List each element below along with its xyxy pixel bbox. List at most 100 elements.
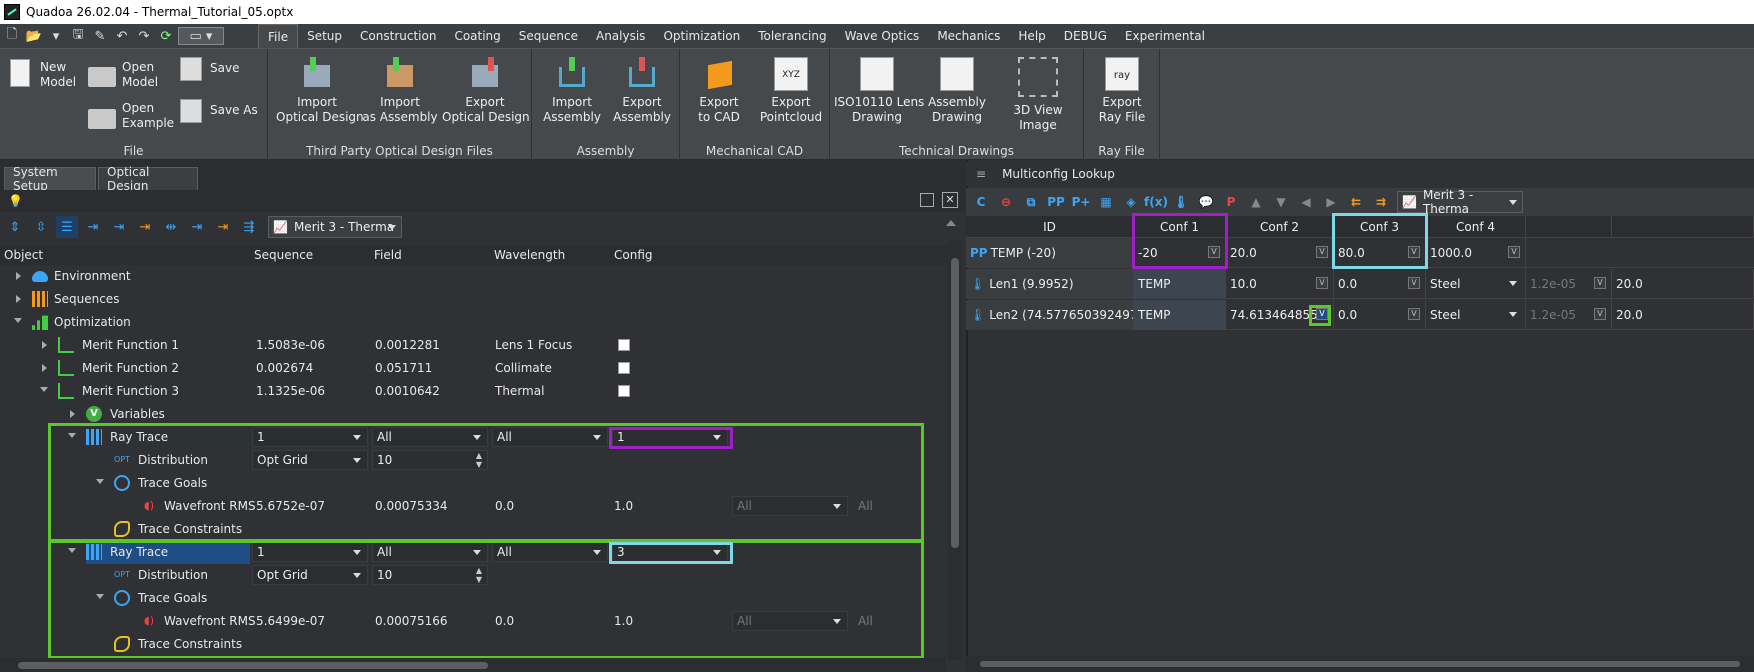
parameter-grid-icon[interactable]: ▦ [1096, 192, 1116, 212]
export-assembly-button[interactable]: Export Assembly [608, 57, 676, 125]
undo-icon[interactable]: ↶ [112, 27, 132, 45]
assembly-drawing-button[interactable]: Assembly Drawing [922, 57, 992, 125]
material-dropdown[interactable]: Steel [1426, 269, 1526, 299]
menu-icon[interactable]: ≡ [976, 167, 986, 181]
scrollbar-thumb[interactable] [980, 661, 1740, 667]
tree-vertical-scrollbar[interactable] [948, 240, 962, 660]
layout-dropdown[interactable]: ▭ ▾ [178, 27, 224, 45]
expand-icon[interactable] [70, 410, 75, 418]
lightbulb-icon[interactable]: 💡 [8, 194, 23, 208]
expand-icon[interactable] [16, 295, 21, 303]
move-left-icon[interactable]: ◀ [1296, 192, 1316, 212]
column-object[interactable]: Object [4, 248, 43, 262]
collapse-icon[interactable] [14, 318, 22, 323]
menu-tab-tolerancing[interactable]: Tolerancing [749, 24, 835, 48]
variable-toggle[interactable]: V [1594, 277, 1606, 289]
tree-row-merit-function-1[interactable]: Merit Function 1 1.5083e-06 0.0012281 Le… [0, 334, 950, 357]
export-to-cad-button[interactable]: Export to CAD [684, 57, 754, 125]
value-cell[interactable]: 20.0 [1612, 269, 1754, 299]
open-example-button[interactable]: Open Example [88, 101, 178, 137]
value-cell[interactable]: 20.0 [1612, 300, 1754, 330]
config-checkbox[interactable] [618, 339, 630, 351]
tree-row-sequences[interactable]: Sequences [0, 288, 950, 311]
solve-icon[interactable]: ◈ [1121, 192, 1141, 212]
tab-optical-design[interactable]: Optical Design [98, 165, 198, 193]
conf3-cell[interactable]: 0.0 V [1334, 269, 1426, 299]
expand-icon[interactable] [16, 272, 21, 280]
tab-system-setup[interactable]: System Setup [4, 165, 96, 193]
config-checkbox[interactable] [618, 385, 630, 397]
3d-view-image-button[interactable]: 3D View Image [994, 57, 1082, 133]
close-icon[interactable]: ✕ [942, 192, 958, 208]
save-button[interactable]: Save [180, 57, 260, 87]
move-up-icon[interactable]: ▲ [1246, 192, 1266, 212]
move-right-icon[interactable]: ▶ [1321, 192, 1341, 212]
function-icon[interactable]: f(x) [1144, 192, 1168, 212]
column-conf-2[interactable]: Conf 2 [1226, 216, 1334, 238]
collapse-icon[interactable] [40, 387, 48, 392]
variable-toggle[interactable]: V [1408, 277, 1420, 289]
remove-config-icon[interactable]: ⊖ [996, 192, 1016, 212]
indent-icon-6[interactable]: ⇥ [212, 216, 234, 238]
save-as-button[interactable]: Save As [180, 99, 264, 129]
scrollbar-thumb[interactable] [18, 662, 488, 669]
row-id-cell[interactable]: 🌡 Len2 (74.577650392497) [966, 300, 1134, 330]
column-conf-4[interactable]: Conf 4 [1426, 216, 1526, 238]
grid-horizontal-scrollbar[interactable] [966, 656, 1754, 672]
indent-icon-2[interactable]: ⇥ [108, 216, 130, 238]
export-pointcloud-button[interactable]: XYZ Export Pointcloud [756, 57, 826, 125]
comment-icon[interactable]: 💬 [1196, 192, 1216, 212]
thermometer-icon[interactable]: 🌡 [1171, 192, 1191, 212]
column-wavelength[interactable]: Wavelength [494, 248, 565, 262]
variable-toggle[interactable]: V [1316, 246, 1328, 258]
expand-arrow-icon[interactable]: ⇕ [4, 216, 26, 238]
save-as-icon[interactable]: ✎ [90, 27, 110, 45]
redo-icon[interactable]: ↷ [134, 27, 154, 45]
tree-row-merit-function-3[interactable]: Merit Function 3 1.1325e-06 0.0010642 Th… [0, 380, 950, 403]
indent-icon-3[interactable]: ⇥ [134, 216, 156, 238]
iso10110-drawing-button[interactable]: ISO10110 Lens Drawing [834, 57, 924, 125]
variable-toggle[interactable]: V [1408, 308, 1420, 320]
row-id-cell[interactable]: PP TEMP (-20) [966, 238, 1134, 268]
config-checkbox[interactable] [618, 362, 630, 374]
open-model-button[interactable]: Open Model [88, 59, 168, 95]
menu-tab-experimental[interactable]: Experimental [1116, 24, 1214, 48]
move-down-icon[interactable]: ▼ [1271, 192, 1291, 212]
indent-icon-7[interactable]: ⇶ [238, 216, 260, 238]
menu-tab-debug[interactable]: DEBUG [1055, 24, 1116, 48]
menu-tab-wave-optics[interactable]: Wave Optics [836, 24, 929, 48]
menu-tab-analysis[interactable]: Analysis [587, 24, 654, 48]
restore-icon[interactable] [920, 193, 934, 207]
variable-toggle[interactable]: V [1316, 277, 1328, 289]
variable-toggle[interactable]: V [1594, 308, 1606, 320]
menu-tab-file[interactable]: File [258, 24, 299, 48]
indent-icon-5[interactable]: ⇥ [186, 216, 208, 238]
tree-row-merit-function-2[interactable]: Merit Function 2 0.002674 0.051711 Colli… [0, 357, 950, 380]
column-field[interactable]: Field [374, 248, 402, 262]
swap-right-icon[interactable]: ⇉ [1371, 192, 1391, 212]
list-view-icon[interactable]: ☰ [56, 216, 78, 238]
conf3-cell[interactable]: 0.0 V [1334, 300, 1426, 330]
new-model-button[interactable]: New Model [10, 59, 80, 95]
tree-row-optimization[interactable]: Optimization [0, 311, 950, 334]
conf1-cell[interactable]: TEMP [1134, 269, 1226, 299]
menu-tab-construction[interactable]: Construction [351, 24, 445, 48]
menu-tab-setup[interactable]: Setup [298, 24, 351, 48]
insert-config-icon[interactable]: ⧉ [1021, 192, 1041, 212]
expand-icon[interactable] [42, 341, 47, 349]
scroll-up-icon[interactable] [946, 220, 956, 226]
material-dropdown[interactable]: Steel [1426, 300, 1526, 330]
pick-up-icon[interactable]: PP [1046, 192, 1066, 212]
open-dropdown-icon[interactable]: ▾ [46, 27, 66, 45]
menu-tab-help[interactable]: Help [1009, 24, 1054, 48]
tree-row-environment[interactable]: Environment [0, 265, 950, 288]
save-icon[interactable]: 🖫 [68, 27, 88, 45]
refresh-icon[interactable]: C [971, 192, 991, 212]
export-optical-design-button[interactable]: Export Optical Design [442, 57, 530, 125]
refresh-icon[interactable]: ⟳ [156, 27, 176, 45]
import-as-assembly-button[interactable]: Import as Assembly [360, 57, 440, 125]
column-sequence[interactable]: Sequence [254, 248, 313, 262]
indent-icon-1[interactable]: ⇥ [82, 216, 104, 238]
menu-tab-sequence[interactable]: Sequence [510, 24, 587, 48]
collapse-arrow-icon[interactable]: ⇳ [30, 216, 52, 238]
